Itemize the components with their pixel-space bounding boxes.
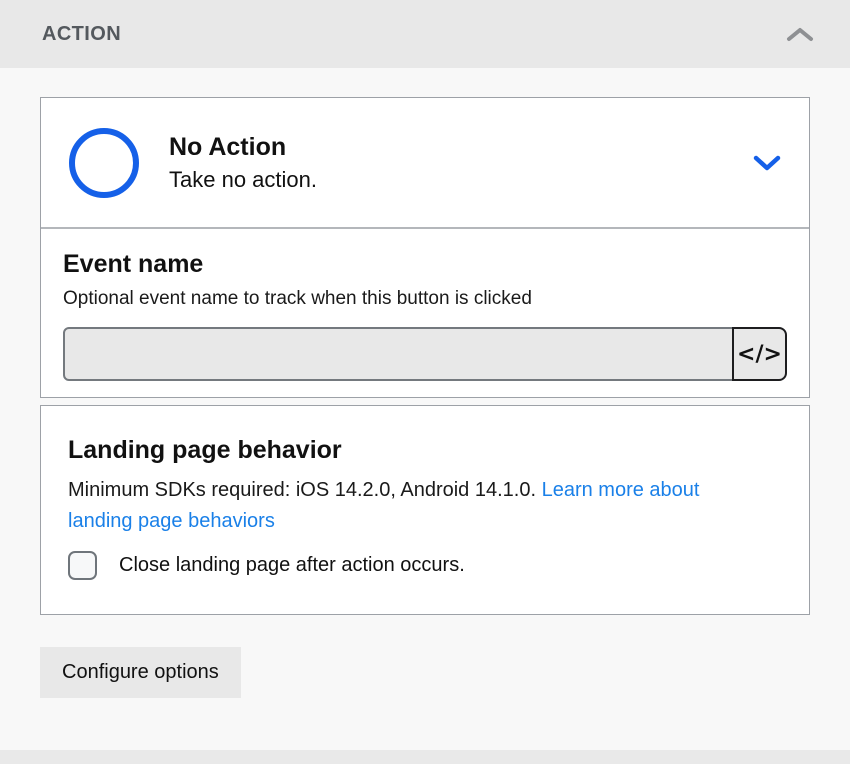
collapse-section-button[interactable] bbox=[786, 26, 814, 42]
section-title: ACTION bbox=[42, 23, 121, 46]
event-name-section: Event name Optional event name to track … bbox=[41, 229, 809, 381]
configure-options-button[interactable]: Configure options bbox=[40, 647, 241, 698]
insert-code-button[interactable]: </> bbox=[732, 327, 787, 381]
landing-page-description: Minimum SDKs required: iOS 14.2.0, Andro… bbox=[68, 475, 760, 537]
sdk-requirements-text: Minimum SDKs required: iOS 14.2.0, Andro… bbox=[68, 479, 542, 501]
radio-circle-icon bbox=[69, 128, 139, 198]
chevron-down-icon bbox=[753, 154, 781, 172]
event-name-input-row: </> bbox=[63, 327, 787, 381]
expand-dropdown-button[interactable] bbox=[753, 154, 781, 172]
landing-page-heading: Landing page behavior bbox=[68, 436, 782, 465]
event-name-input[interactable] bbox=[63, 327, 734, 381]
close-landing-checkbox-label: Close landing page after action occurs. bbox=[119, 554, 465, 577]
action-section-header: ACTION bbox=[0, 0, 850, 68]
action-type-subtitle: Take no action. bbox=[169, 167, 317, 193]
landing-page-behavior-card: Landing page behavior Minimum SDKs requi… bbox=[40, 405, 810, 615]
close-landing-checkbox[interactable] bbox=[68, 551, 97, 580]
action-config-card: No Action Take no action. Event name Opt… bbox=[40, 97, 810, 398]
bottom-divider-strip bbox=[0, 750, 850, 764]
action-type-title: No Action bbox=[169, 133, 317, 162]
action-type-text: No Action Take no action. bbox=[169, 133, 317, 193]
event-name-heading: Event name bbox=[63, 250, 787, 279]
event-name-description: Optional event name to track when this b… bbox=[63, 288, 787, 310]
chevron-up-icon bbox=[786, 26, 814, 42]
action-type-selector[interactable]: No Action Take no action. bbox=[41, 98, 809, 229]
code-icon: </> bbox=[737, 342, 782, 367]
close-landing-checkbox-row: Close landing page after action occurs. bbox=[68, 551, 782, 580]
